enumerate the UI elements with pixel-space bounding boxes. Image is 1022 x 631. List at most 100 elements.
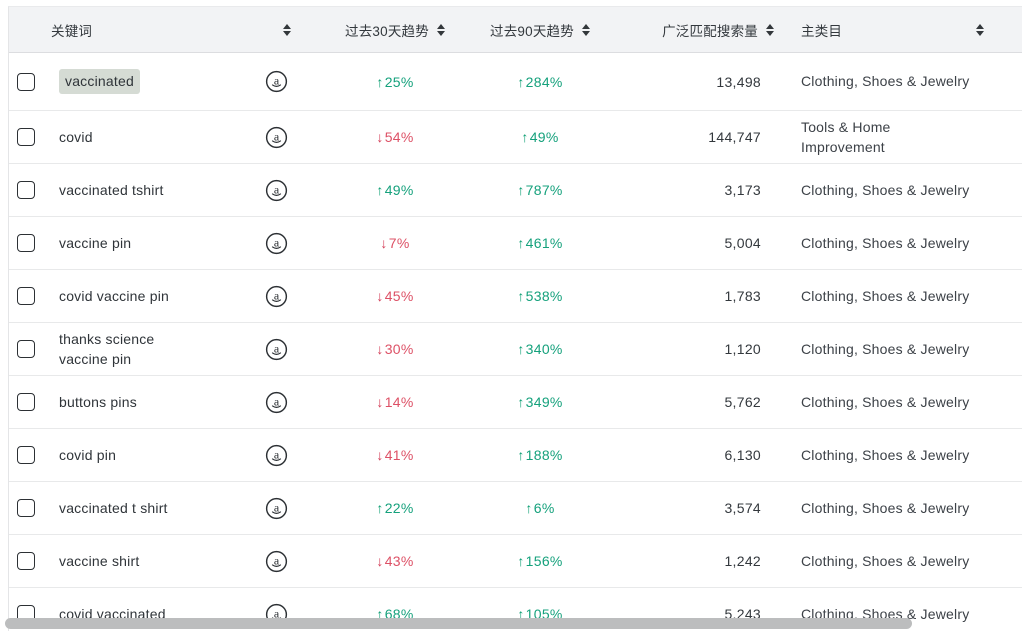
table-row: vaccine shirt a ↓ 43% ↑ 156% 1,242 Clothin… [9, 535, 1022, 588]
amazon-icon[interactable]: a [265, 232, 288, 255]
trend-arrow-icon: ↑ [517, 288, 525, 304]
amazon-icon[interactable]: a [265, 497, 288, 520]
category-text: Clothing, Shoes & Jewelry [801, 393, 970, 410]
amazon-icon[interactable]: a [265, 179, 288, 202]
amazon-icon[interactable]: a [265, 126, 288, 149]
trend-30d-value: ↓ 54% [376, 129, 414, 145]
horizontal-scrollbar-thumb[interactable] [5, 618, 912, 629]
keyword-text[interactable]: vaccine shirt [59, 551, 139, 571]
sort-icon[interactable] [283, 23, 291, 36]
trend-arrow-icon: ↓ [376, 553, 384, 569]
amazon-icon[interactable]: a [265, 338, 288, 361]
trend-90d-value: ↑ 461% [517, 235, 563, 251]
trend-30d-cell: ↓ 30% [309, 323, 481, 375]
trend-arrow-icon: ↑ [376, 73, 384, 90]
row-checkbox-cell [9, 164, 51, 216]
trend-30d-value: ↑ 49% [376, 182, 414, 198]
row-checkbox[interactable] [17, 287, 35, 305]
marketplace-cell: a [243, 429, 309, 481]
marketplace-cell: a [243, 323, 309, 375]
row-checkbox[interactable] [17, 552, 35, 570]
marketplace-cell: a [243, 270, 309, 322]
marketplace-cell: a [243, 482, 309, 534]
trend-30d-value: ↑ 22% [376, 500, 414, 516]
category-text: Clothing, Shoes & Jewelry [801, 181, 970, 198]
category-text: Tools & Home Improvement [801, 118, 891, 155]
keyword-text[interactable]: buttons pins [59, 392, 137, 412]
trend-90d-value: ↑ 156% [517, 553, 563, 569]
sort-icon[interactable] [436, 23, 445, 36]
keyword-text[interactable]: vaccinated t shirt [59, 498, 168, 518]
table-body: vaccinated a ↑ 25% ↑ 284% 13,498 Clothing,… [9, 53, 1022, 631]
sort-icon[interactable] [581, 23, 590, 36]
category-text: Clothing, Shoes & Jewelry [801, 499, 970, 516]
trend-arrow-icon: ↑ [517, 394, 525, 410]
keyword-cell: vaccine shirt [51, 535, 243, 587]
row-checkbox-cell [9, 53, 51, 110]
row-checkbox-cell [9, 482, 51, 534]
amazon-icon[interactable]: a [265, 285, 288, 308]
search-volume-value: 1,120 [724, 341, 761, 357]
row-checkbox[interactable] [17, 72, 35, 91]
row-checkbox-cell [9, 217, 51, 269]
header-search-volume-label: 广泛匹配搜索量 [662, 23, 758, 39]
keyword-text[interactable]: covid pin [59, 445, 116, 465]
trend-90d-cell: ↑ 461% [481, 217, 599, 269]
keyword-text[interactable]: vaccinated [59, 69, 140, 94]
search-volume-value: 5,762 [724, 394, 761, 410]
row-checkbox[interactable] [17, 340, 35, 358]
row-checkbox[interactable] [17, 499, 35, 517]
keyword-text[interactable]: vaccinated tshirt [59, 180, 164, 200]
trend-30d-value: ↓ 7% [380, 235, 410, 251]
amazon-icon[interactable]: a [265, 391, 288, 414]
amazon-icon[interactable]: a [265, 550, 288, 573]
row-checkbox[interactable] [17, 181, 35, 199]
keyword-text[interactable]: covid vaccine pin [59, 286, 169, 306]
trend-arrow-icon: ↓ [376, 288, 384, 304]
row-checkbox[interactable] [17, 393, 35, 411]
trend-30d-value: ↓ 45% [376, 288, 414, 304]
trend-90d-cell: ↑ 349% [481, 376, 599, 428]
marketplace-cell: a [243, 164, 309, 216]
trend-90d-cell: ↑ 156% [481, 535, 599, 587]
header-trend-30d-label: 过去30天趋势 [345, 23, 429, 39]
amazon-icon[interactable]: a [265, 70, 288, 93]
row-checkbox[interactable] [17, 234, 35, 252]
amazon-icon[interactable]: a [265, 444, 288, 467]
trend-30d-cell: ↓ 14% [309, 376, 481, 428]
table-row: covid a ↓ 54% ↑ 49% 144,747 Tools & Home I… [9, 111, 1022, 164]
trend-30d-cell: ↓ 54% [309, 111, 481, 163]
trend-arrow-icon: ↑ [521, 129, 529, 145]
marketplace-cell: a [243, 217, 309, 269]
marketplace-cell: a [243, 535, 309, 587]
marketplace-cell: a [243, 376, 309, 428]
search-volume-value: 1,783 [724, 288, 761, 304]
keyword-text[interactable]: thanks science vaccine pin [59, 329, 154, 370]
trend-30d-cell: ↑ 22% [309, 482, 481, 534]
search-volume-value: 5,004 [724, 235, 761, 251]
table-header: 关键词 过去30天趋势 过去90天趋势 广泛匹配搜索量 主类目 [9, 7, 1022, 53]
sort-icon[interactable] [976, 23, 984, 36]
trend-90d-value: ↑ 787% [517, 182, 563, 198]
table-row: buttons pins a ↓ 14% ↑ 349% 5,762 Clothing… [9, 376, 1022, 429]
row-checkbox-cell [9, 535, 51, 587]
row-checkbox[interactable] [17, 128, 35, 146]
row-checkbox[interactable] [17, 446, 35, 464]
trend-arrow-icon: ↓ [376, 129, 384, 145]
sort-icon[interactable] [766, 23, 774, 36]
trend-30d-cell: ↓ 7% [309, 217, 481, 269]
trend-90d-cell: ↑ 284% [481, 53, 599, 110]
keyword-cell: vaccinated t shirt [51, 482, 243, 534]
keyword-cell: vaccine pin [51, 217, 243, 269]
trend-30d-value: ↓ 41% [376, 447, 414, 463]
table-row: thanks science vaccine pin a ↓ 30% ↑ 340% … [9, 323, 1022, 376]
keyword-text[interactable]: covid [59, 127, 93, 147]
header-search-volume: 广泛匹配搜索量 [599, 7, 774, 52]
trend-arrow-icon: ↑ [525, 500, 533, 516]
trend-90d-cell: ↑ 787% [481, 164, 599, 216]
trend-arrow-icon: ↓ [376, 341, 384, 357]
header-trend-30d: 过去30天趋势 [309, 7, 481, 52]
trend-30d-cell: ↓ 43% [309, 535, 481, 587]
trend-30d-cell: ↑ 25% [309, 53, 481, 110]
keyword-text[interactable]: vaccine pin [59, 233, 131, 253]
